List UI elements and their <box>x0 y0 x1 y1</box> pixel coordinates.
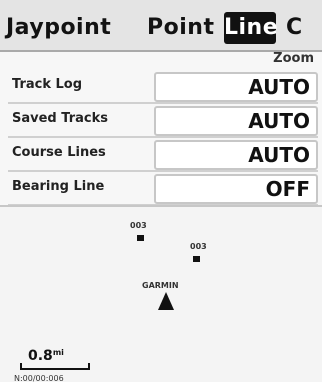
waypoint-label-a: 003 <box>130 221 147 230</box>
gps-screen: Jaypoint Point Line C Zoom Track Log AUT… <box>0 0 322 383</box>
map-scale: 0.8mi <box>28 348 64 364</box>
current-location-arrow-icon <box>158 292 174 310</box>
tab-next[interactable]: C <box>286 12 303 44</box>
tab-waypoint[interactable]: Jaypoint <box>6 12 111 44</box>
setting-row-track-log: Track Log AUTO <box>8 72 318 104</box>
tab-line[interactable]: Line <box>224 12 278 44</box>
setting-value[interactable]: OFF <box>154 174 318 204</box>
map-preview[interactable]: 003 003 GARMIN 0.8mi N:00/00:006 <box>0 205 322 383</box>
setting-row-bearing-line: Bearing Line OFF <box>8 174 318 206</box>
setting-row-course-lines: Course Lines AUTO <box>8 140 318 172</box>
tab-bar: Jaypoint Point Line C <box>0 0 322 52</box>
scale-tick-left <box>20 363 22 370</box>
map-footer-text: N:00/00:006 <box>14 374 64 383</box>
tab-point[interactable]: Point <box>147 12 214 44</box>
zoom-header: Zoom <box>273 51 314 66</box>
setting-label: Bearing Line <box>12 179 105 194</box>
setting-row-saved-tracks: Saved Tracks AUTO <box>8 106 318 138</box>
current-location-label: GARMIN <box>142 281 179 290</box>
waypoint-label-b: 003 <box>190 242 207 251</box>
setting-value[interactable]: AUTO <box>154 72 318 102</box>
waypoint-marker-b <box>193 256 200 262</box>
scale-value: 0.8 <box>28 348 53 364</box>
setting-label: Saved Tracks <box>12 111 108 126</box>
setting-label: Course Lines <box>12 145 106 160</box>
setting-value[interactable]: AUTO <box>154 140 318 170</box>
waypoint-marker-a <box>137 235 144 241</box>
setting-value[interactable]: AUTO <box>154 106 318 136</box>
setting-label: Track Log <box>12 77 83 92</box>
scale-unit: mi <box>52 348 64 357</box>
scale-bar <box>20 368 90 370</box>
scale-tick-right <box>88 363 90 370</box>
settings-table: Track Log AUTO Saved Tracks AUTO Course … <box>8 72 318 208</box>
